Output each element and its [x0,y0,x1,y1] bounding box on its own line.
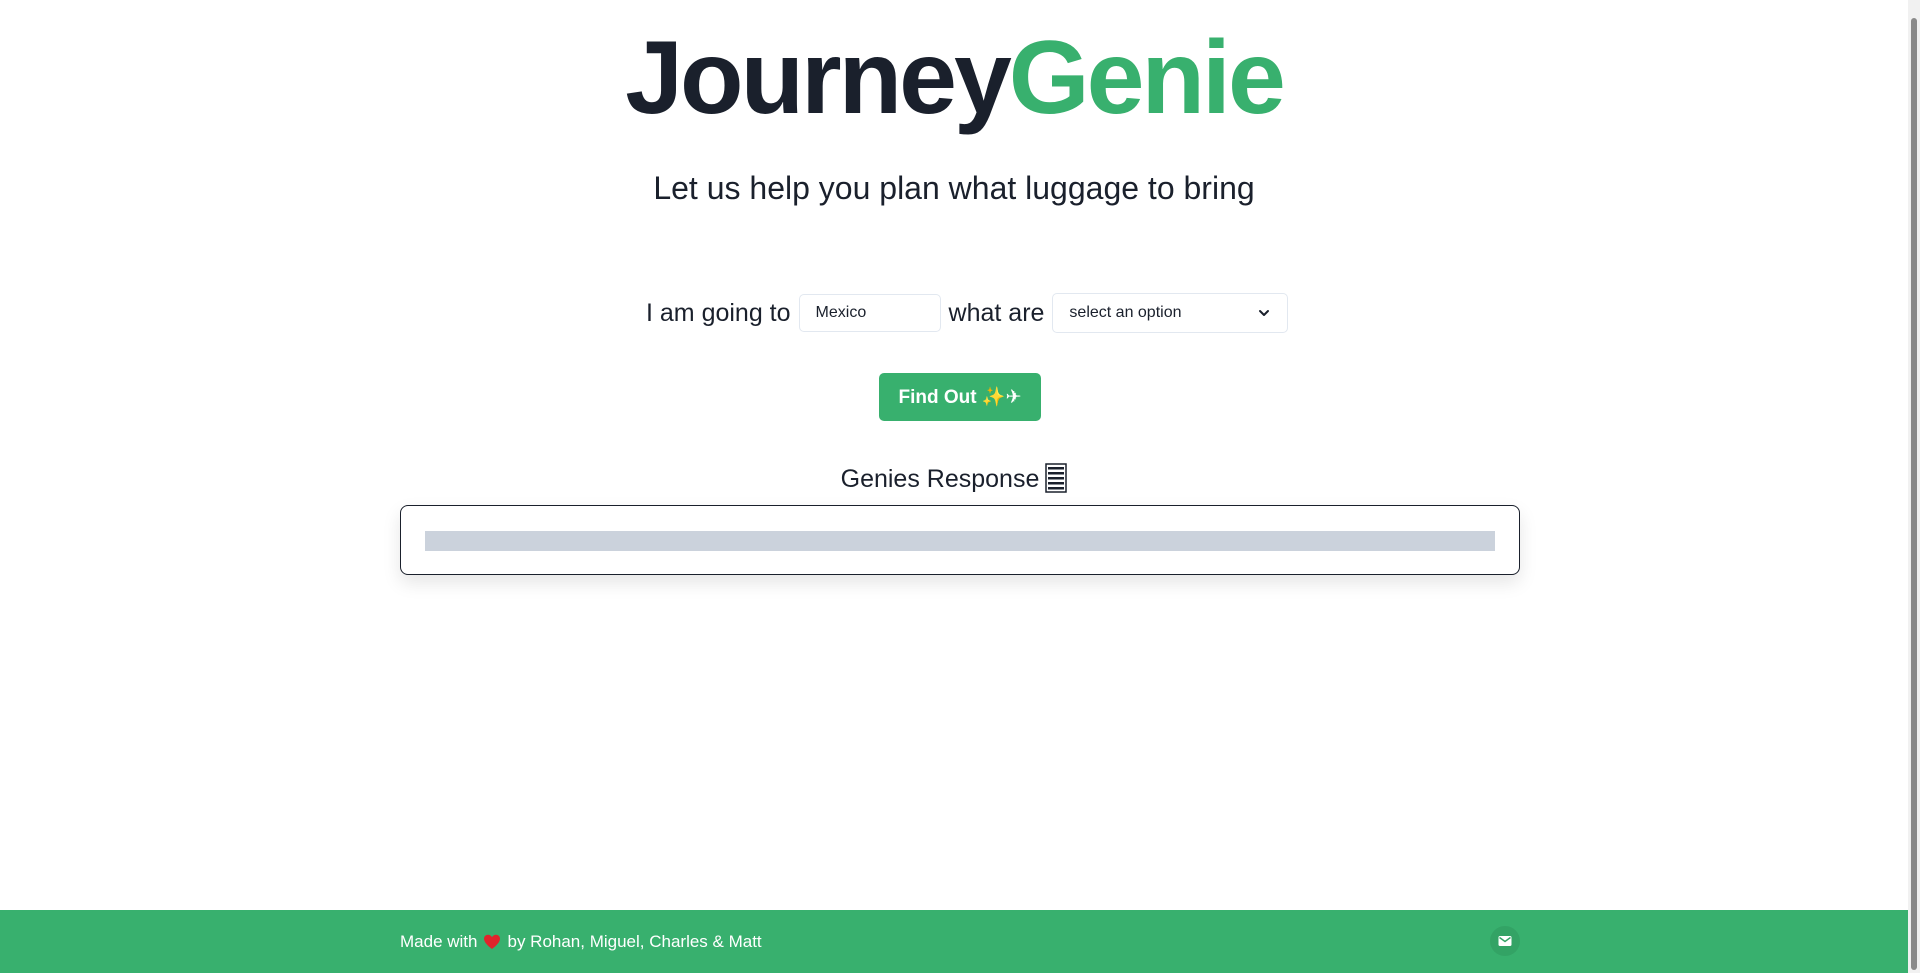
heart-icon [484,934,501,949]
page: JourneyGenie Let us help you plan what l… [0,0,1920,973]
logo-genie: Genie [1008,20,1286,136]
response-box [400,505,1520,575]
credit-prefix: Made with [400,931,478,951]
logo: JourneyGenie [0,18,1908,138]
category-label: what are [948,298,1045,327]
destination-label: I am going to [646,298,791,327]
tagline: Let us help you plan what luggage to bri… [653,170,1255,206]
response-title: Genies Response [0,462,1908,496]
trip-form: I am going to what are select an option [646,292,1289,334]
chevron-down-icon [1259,310,1270,316]
page-scrollbar[interactable] [1908,0,1920,973]
category-select-value: select an option [1069,304,1182,321]
find-out-button[interactable]: Find Out ✨✈ [879,373,1041,421]
mail-icon [1498,936,1512,946]
footer-credit: Made with by Rohan, Miguel, Charles & Ma… [400,910,762,973]
scrollbar-thumb[interactable] [1911,18,1917,970]
destination-input[interactable] [798,294,941,332]
loading-skeleton [425,531,1495,551]
response-title-text: Genies Response [840,465,1040,493]
logo-journey: Journey [625,20,1012,136]
credit-suffix: by Rohan, Miguel, Charles & Matt [507,931,762,951]
scroll-icon [1045,463,1068,494]
category-select[interactable]: select an option [1052,293,1289,333]
contact-button[interactable] [1490,926,1520,956]
footer: Made with by Rohan, Miguel, Charles & Ma… [0,910,1908,973]
